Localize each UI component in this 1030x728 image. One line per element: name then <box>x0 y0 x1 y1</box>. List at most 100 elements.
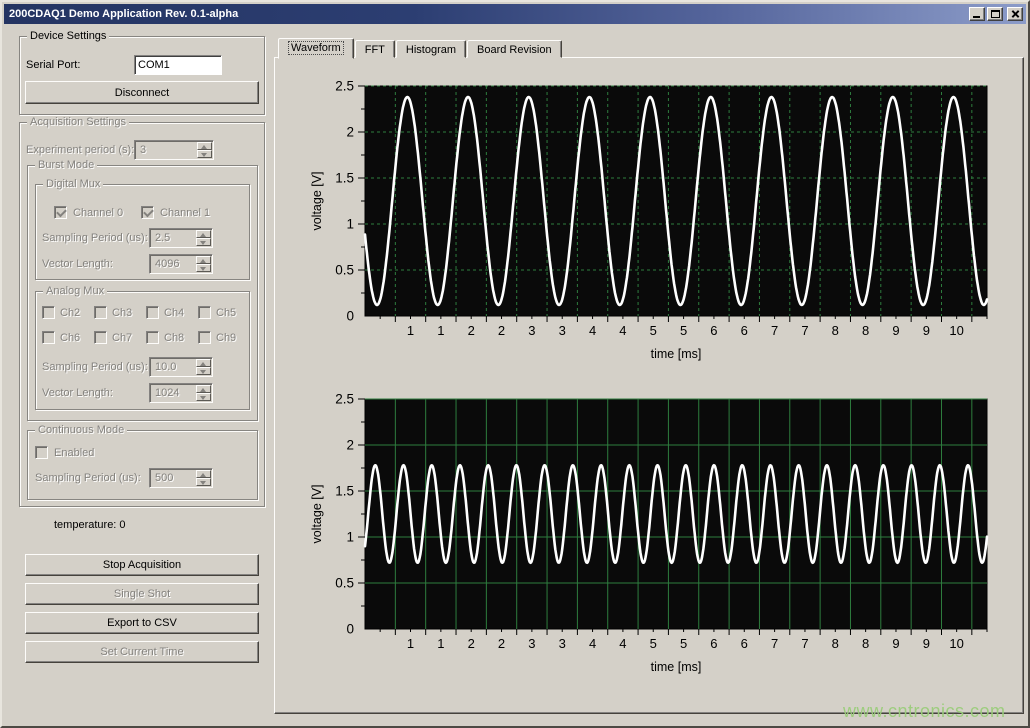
svg-text:0.5: 0.5 <box>335 263 354 278</box>
spin-up-icon <box>196 256 211 264</box>
ch9-label: Ch9 <box>216 332 236 344</box>
continuous-mode-title: Continuous Mode <box>35 424 127 436</box>
serial-port-input[interactable] <box>134 55 222 75</box>
svg-text:6: 6 <box>741 323 748 338</box>
ch3-checkbox <box>94 306 107 319</box>
tab-histogram-label: Histogram <box>406 44 456 56</box>
analog-sampling-period-spinner: 10.0 <box>149 357 213 377</box>
svg-text:4: 4 <box>619 323 626 338</box>
digital-sampling-period-value: 2.5 <box>155 232 170 244</box>
svg-text:1: 1 <box>437 636 444 651</box>
export-to-csv-button[interactable]: Export to CSV <box>25 612 259 634</box>
svg-text:3: 3 <box>559 636 566 651</box>
tab-histogram[interactable]: Histogram <box>396 40 466 58</box>
waveform-chart-top: 1122334455667788991000.511.522.5time [ms… <box>297 72 997 372</box>
svg-text:10: 10 <box>949 323 963 338</box>
ch6-checkbox <box>42 331 55 344</box>
svg-text:voltage [V]: voltage [V] <box>310 171 324 230</box>
minimize-button[interactable] <box>969 7 985 21</box>
ch4-checkbox <box>146 306 159 319</box>
svg-text:2: 2 <box>346 125 354 140</box>
digital-vector-length-value: 4096 <box>155 258 179 270</box>
svg-text:8: 8 <box>832 636 839 651</box>
experiment-period-value: 3 <box>140 144 146 156</box>
svg-text:3: 3 <box>528 323 535 338</box>
tab-waveform[interactable]: Waveform <box>278 38 354 59</box>
app-window: 200CDAQ1 Demo Application Rev. 0.1-alpha… <box>0 0 1030 728</box>
ch5-checkbox <box>198 306 211 319</box>
svg-text:4: 4 <box>589 636 596 651</box>
titlebar[interactable]: 200CDAQ1 Demo Application Rev. 0.1-alpha <box>4 4 1026 24</box>
stop-acquisition-button[interactable]: Stop Acquisition <box>25 554 259 576</box>
tab-board-revision[interactable]: Board Revision <box>467 40 562 58</box>
spin-down-icon <box>196 478 211 486</box>
watermark: www.cntronics.com <box>843 701 1006 722</box>
close-button[interactable] <box>1007 7 1023 21</box>
svg-text:6: 6 <box>710 636 717 651</box>
tab-board-revision-label: Board Revision <box>477 44 552 56</box>
single-shot-button: Single Shot <box>25 583 259 605</box>
burst-mode-title: Burst Mode <box>35 159 97 171</box>
ch3-label: Ch3 <box>112 307 132 319</box>
spin-up-icon <box>196 359 211 367</box>
serial-port-label: Serial Port: <box>26 59 80 71</box>
spin-up-icon <box>196 230 211 238</box>
tab-strip: Waveform FFT Histogram Board Revision <box>278 38 563 58</box>
svg-text:1.5: 1.5 <box>335 171 354 186</box>
svg-text:9: 9 <box>892 323 899 338</box>
maximize-icon <box>991 10 1000 18</box>
svg-text:1: 1 <box>407 636 414 651</box>
tab-waveform-label: Waveform <box>289 42 343 54</box>
disconnect-button[interactable]: Disconnect <box>25 81 259 104</box>
svg-text:10: 10 <box>949 636 963 651</box>
tab-fft[interactable]: FFT <box>355 40 395 58</box>
digital-sampling-period-spinner: 2.5 <box>149 228 213 248</box>
spin-up-icon <box>197 142 212 150</box>
svg-text:2.5: 2.5 <box>335 392 354 407</box>
svg-text:9: 9 <box>923 636 930 651</box>
svg-text:9: 9 <box>892 636 899 651</box>
experiment-period-label: Experiment period (s): <box>26 144 134 156</box>
analog-sampling-period-value: 10.0 <box>155 361 176 373</box>
experiment-period-spinner: 3 <box>134 140 214 160</box>
svg-text:5: 5 <box>650 636 657 651</box>
temperature-readout: temperature: 0 <box>54 519 126 531</box>
spin-up-icon <box>196 385 211 393</box>
svg-text:6: 6 <box>741 636 748 651</box>
analog-sampling-period-label: Sampling Period (us): <box>42 361 148 373</box>
svg-text:2: 2 <box>346 438 354 453</box>
analog-vector-length-value: 1024 <box>155 387 179 399</box>
analog-vector-length-spinner: 1024 <box>149 383 213 403</box>
spin-down-icon <box>196 238 211 246</box>
minimize-icon <box>973 16 980 18</box>
analog-vector-length-label: Vector Length: <box>42 387 113 399</box>
svg-text:5: 5 <box>680 323 687 338</box>
svg-text:voltage [V]: voltage [V] <box>310 484 324 543</box>
svg-text:2: 2 <box>498 636 505 651</box>
ch7-label: Ch7 <box>112 332 132 344</box>
maximize-button[interactable] <box>987 7 1003 21</box>
channel1-checkbox <box>141 206 154 219</box>
digital-sampling-period-label: Sampling Period (us): <box>42 232 148 244</box>
svg-text:2: 2 <box>468 636 475 651</box>
continuous-sampling-period-spinner: 500 <box>149 468 213 488</box>
svg-text:7: 7 <box>801 636 808 651</box>
spin-down-icon <box>196 264 211 272</box>
channel1-label: Channel 1 <box>160 207 210 219</box>
svg-text:8: 8 <box>832 323 839 338</box>
svg-text:1: 1 <box>437 323 444 338</box>
acquisition-settings-title: Acquisition Settings <box>27 116 129 128</box>
svg-text:4: 4 <box>589 323 596 338</box>
ch9-checkbox <box>198 331 211 344</box>
channel0-label: Channel 0 <box>73 207 123 219</box>
analog-mux-title: Analog Mux <box>43 285 107 297</box>
ch4-label: Ch4 <box>164 307 184 319</box>
continuous-enabled-label: Enabled <box>54 447 94 459</box>
svg-text:7: 7 <box>771 323 778 338</box>
svg-text:2: 2 <box>468 323 475 338</box>
digital-vector-length-label: Vector Length: <box>42 258 113 270</box>
svg-text:1: 1 <box>407 323 414 338</box>
continuous-sampling-period-label: Sampling Period (us): <box>35 472 141 484</box>
digital-vector-length-spinner: 4096 <box>149 254 213 274</box>
ch7-checkbox <box>94 331 107 344</box>
